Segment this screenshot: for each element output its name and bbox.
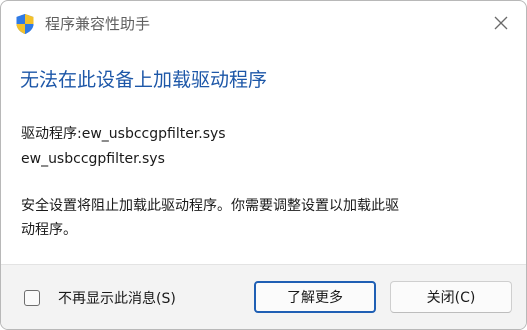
dont-show-again-checkbox[interactable] — [24, 290, 40, 306]
window-title: 程序兼容性助手 — [45, 15, 151, 33]
learn-more-button[interactable]: 了解更多 — [254, 281, 376, 313]
dialog-heading: 无法在此设备上加载驱动程序 — [20, 69, 268, 91]
close-icon — [494, 15, 508, 34]
driver-name-line: 驱动程序:ew_usbccgpfilter.sys — [21, 126, 226, 142]
driver-file-line: ew_usbccgpfilter.sys — [21, 151, 165, 167]
shield-icon — [15, 13, 35, 35]
dont-show-again-label[interactable]: 不再显示此消息(S) — [58, 289, 176, 309]
compatibility-assistant-dialog: 程序兼容性助手 无法在此设备上加载驱动程序 驱动程序:ew_usbccgpfil… — [0, 0, 527, 330]
title-bar: 程序兼容性助手 — [1, 1, 526, 47]
message-line-1: 安全设置将阻止加载此驱动程序。你需要调整设置以加载此驱 — [21, 198, 399, 214]
dialog-footer: 不再显示此消息(S) 了解更多 关闭(C) — [1, 264, 526, 329]
close-button[interactable]: 关闭(C) — [390, 281, 512, 313]
message-line-2: 动程序。 — [21, 222, 77, 238]
close-window-button[interactable] — [488, 11, 514, 37]
